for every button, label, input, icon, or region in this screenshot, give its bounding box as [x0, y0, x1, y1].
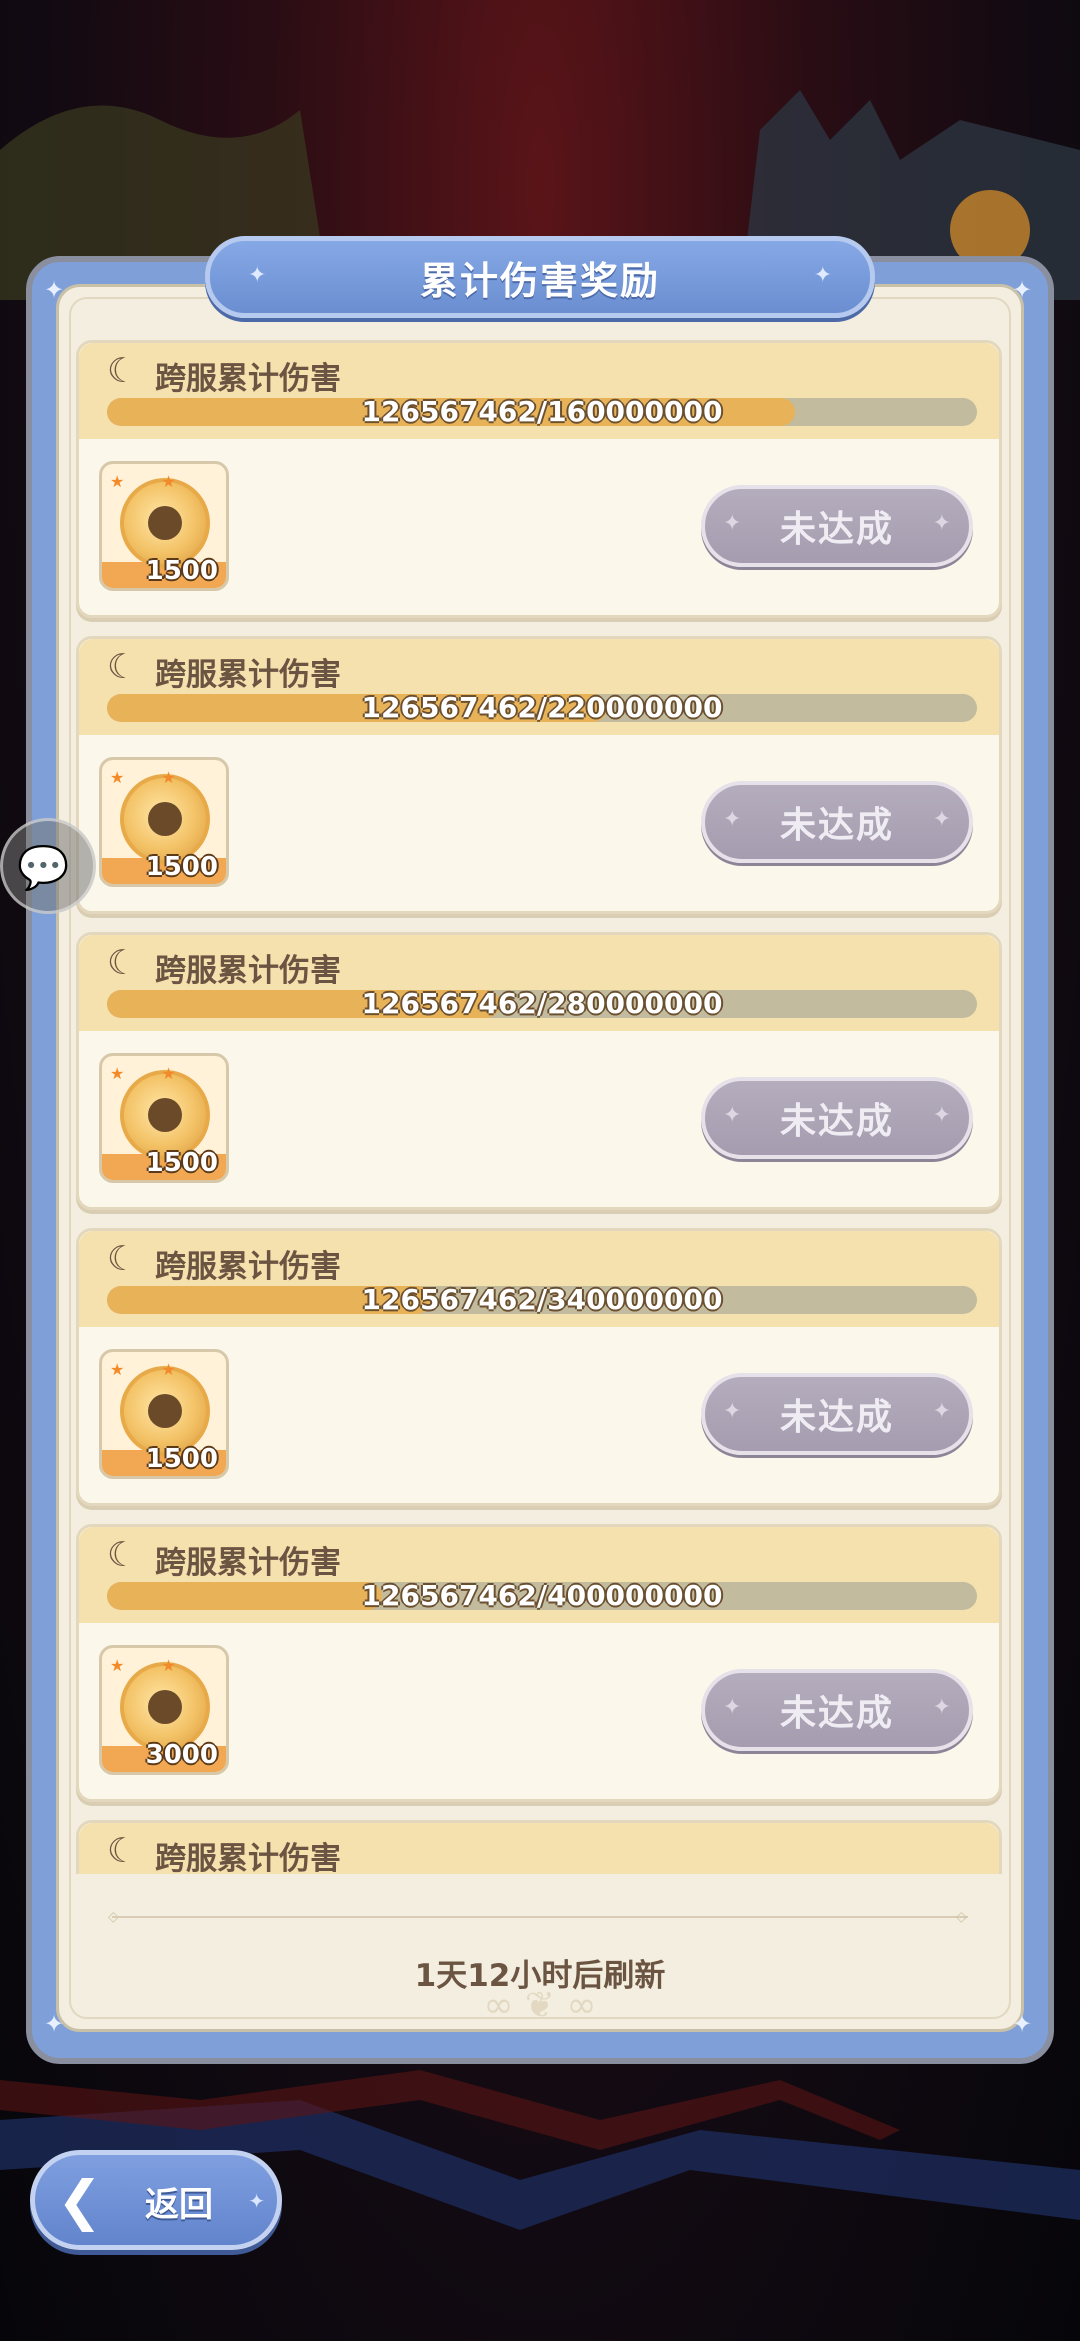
sparkle-icon: ✦ — [723, 511, 742, 536]
coin-icon — [120, 1070, 210, 1160]
ornament-icon: ∞ ❦ ∞ — [483, 1985, 597, 2026]
reward-card-header: ☾ 跨服累计伤害 126567462/280000000 — [79, 935, 999, 1031]
crescent-moon-icon: ☾ — [107, 647, 138, 687]
reward-card: ☾ 跨服累计伤害 — [76, 1820, 1002, 1874]
star-decoration-icon: ★ ★ — [110, 1360, 192, 1379]
reward-card-header: ☾ 跨服累计伤害 — [79, 1823, 999, 1874]
panel-title-banner: ✦ 累计伤害奖励 ✦ — [205, 236, 875, 318]
claim-button[interactable]: ✦ 未达成 ✦ — [701, 485, 973, 567]
star-decoration-icon: ★ ★ — [110, 1656, 192, 1675]
coin-icon — [120, 478, 210, 568]
divider — [112, 1916, 968, 1918]
crescent-moon-icon: ☾ — [107, 1535, 138, 1575]
reward-label: 跨服累计伤害 — [155, 953, 341, 989]
star-icon: ✦ — [813, 263, 832, 288]
crescent-moon-icon: ☾ — [107, 351, 138, 391]
star-decoration-icon: ★ ★ — [110, 1064, 192, 1083]
claim-button[interactable]: ✦ 未达成 ✦ — [701, 1373, 973, 1455]
status-label: 未达成 — [779, 1101, 894, 1142]
reward-card: ☾ 跨服累计伤害 126567462/400000000 ★ ★ 3000 ✦ … — [76, 1524, 1002, 1802]
reward-count: 3000 — [145, 1740, 218, 1770]
reward-item[interactable]: ★ ★ 1500 — [99, 461, 229, 591]
claim-button[interactable]: ✦ 未达成 ✦ — [701, 1669, 973, 1751]
corner-star-icon: ✦ — [44, 2010, 65, 2038]
reward-item[interactable]: ★ ★ 3000 — [99, 1645, 229, 1775]
sparkle-icon: ✦ — [723, 807, 742, 832]
coin-icon — [120, 1366, 210, 1456]
sparkle-icon: ✦ — [932, 1399, 951, 1424]
corner-star-icon: ✦ — [1012, 276, 1033, 304]
progress-text: 126567462/400000000 — [361, 1582, 723, 1610]
reward-count: 1500 — [145, 852, 218, 882]
chat-bubble-icon: 💬 — [17, 843, 70, 892]
reward-card: ☾ 跨服累计伤害 126567462/160000000 ★ ★ 1500 ✦ … — [76, 340, 1002, 618]
crescent-moon-icon: ☾ — [107, 1831, 138, 1871]
chat-button[interactable]: 💬 — [0, 818, 96, 914]
reward-card-header: ☾ 跨服累计伤害 126567462/220000000 — [79, 639, 999, 735]
sparkle-icon: ✦ — [723, 1399, 742, 1424]
reward-card: ☾ 跨服累计伤害 126567462/280000000 ★ ★ 1500 ✦ … — [76, 932, 1002, 1210]
status-label: 未达成 — [779, 1397, 894, 1438]
corner-star-icon: ✦ — [44, 276, 65, 304]
reward-label: 跨服累计伤害 — [155, 1841, 341, 1874]
sparkle-icon: ✦ — [932, 1103, 951, 1128]
sparkle-icon: ✦ — [932, 1695, 951, 1720]
reward-card: ☾ 跨服累计伤害 126567462/340000000 ★ ★ 1500 ✦ … — [76, 1228, 1002, 1506]
coin-icon — [120, 774, 210, 864]
status-label: 未达成 — [779, 1693, 894, 1734]
reward-card: ☾ 跨服累计伤害 126567462/220000000 ★ ★ 1500 ✦ … — [76, 636, 1002, 914]
damage-progress-bar: 126567462/340000000 — [107, 1286, 977, 1314]
star-icon: ✦ — [248, 263, 267, 288]
crescent-moon-icon: ☾ — [107, 943, 138, 983]
progress-text: 126567462/340000000 — [361, 1286, 723, 1314]
reward-label: 跨服累计伤害 — [155, 1545, 341, 1581]
reward-card-header: ☾ 跨服累计伤害 126567462/400000000 — [79, 1527, 999, 1623]
status-label: 未达成 — [779, 805, 894, 846]
reward-label: 跨服累计伤害 — [155, 657, 341, 693]
crescent-moon-icon: ☾ — [107, 1239, 138, 1279]
sparkle-icon: ✦ — [932, 807, 951, 832]
progress-text: 126567462/220000000 — [361, 694, 723, 722]
reward-count: 1500 — [145, 1148, 218, 1178]
reward-item[interactable]: ★ ★ 1500 — [99, 1053, 229, 1183]
back-button[interactable]: ❮ 返回 ✦ — [30, 2150, 282, 2250]
divider-diamond-icon: ◇ — [956, 1909, 967, 1925]
coin-icon — [120, 1662, 210, 1752]
claim-button[interactable]: ✦ 未达成 ✦ — [701, 781, 973, 863]
star-decoration-icon: ★ ★ — [110, 472, 192, 491]
star-icon: ✦ — [248, 2189, 265, 2213]
sparkle-icon: ✦ — [932, 511, 951, 536]
back-arrow-icon: ❮ — [57, 2169, 103, 2232]
corner-star-icon: ✦ — [1012, 2010, 1033, 2038]
back-label: 返回 — [145, 2185, 213, 2225]
reward-label: 跨服累计伤害 — [155, 1249, 341, 1285]
reward-item[interactable]: ★ ★ 1500 — [99, 757, 229, 887]
claim-button[interactable]: ✦ 未达成 ✦ — [701, 1077, 973, 1159]
damage-progress-bar: 126567462/400000000 — [107, 1582, 977, 1610]
status-label: 未达成 — [779, 509, 894, 550]
panel-title: 累计伤害奖励 — [419, 258, 660, 303]
damage-progress-bar: 126567462/220000000 — [107, 694, 977, 722]
reward-count: 1500 — [145, 556, 218, 586]
sparkle-icon: ✦ — [723, 1103, 742, 1128]
progress-text: 126567462/160000000 — [361, 398, 723, 426]
reward-item[interactable]: ★ ★ 1500 — [99, 1349, 229, 1479]
progress-text: 126567462/280000000 — [361, 990, 723, 1018]
sparkle-icon: ✦ — [723, 1695, 742, 1720]
damage-progress-bar: 126567462/160000000 — [107, 398, 977, 426]
star-decoration-icon: ★ ★ — [110, 768, 192, 787]
reward-card-header: ☾ 跨服累计伤害 126567462/340000000 — [79, 1231, 999, 1327]
damage-progress-bar: 126567462/280000000 — [107, 990, 977, 1018]
reward-label: 跨服累计伤害 — [155, 361, 341, 397]
reward-count: 1500 — [145, 1444, 218, 1474]
reward-card-header: ☾ 跨服累计伤害 126567462/160000000 — [79, 343, 999, 439]
reward-list[interactable]: ☾ 跨服累计伤害 126567462/160000000 ★ ★ 1500 ✦ … — [76, 340, 1002, 1874]
